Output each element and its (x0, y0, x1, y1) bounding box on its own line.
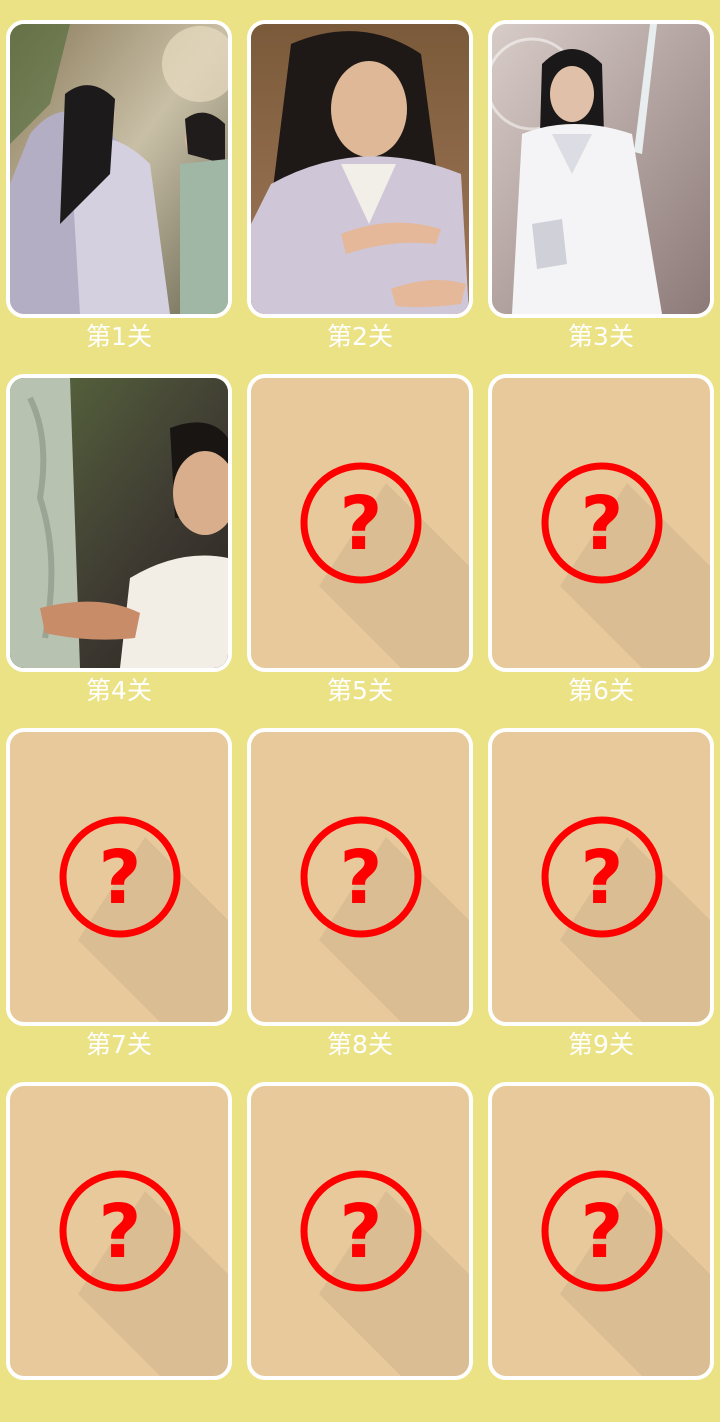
level-3-card[interactable] (488, 20, 714, 318)
level-cell-12: ? (488, 1082, 714, 1422)
level-2-label: 第2关 (327, 322, 393, 351)
level-4-card[interactable] (6, 374, 232, 672)
level-12-card[interactable]: ? (488, 1082, 714, 1380)
level-11-card[interactable]: ? (247, 1082, 473, 1380)
svg-text:?: ? (581, 835, 624, 921)
level-8-label: 第8关 (327, 1030, 393, 1059)
level-cell-2: 第2关 (247, 20, 473, 360)
level-cell-7: ? 第7关 (6, 728, 232, 1068)
level-2-card[interactable] (247, 20, 473, 318)
question-mark-icon: ? (541, 1170, 710, 1376)
level-2-thumbnail (251, 24, 469, 314)
level-cell-9: ? 第9关 (488, 728, 714, 1068)
level-cell-8: ? 第8关 (247, 728, 473, 1068)
question-mark-icon: ? (541, 462, 710, 668)
level-9-label: 第9关 (568, 1030, 634, 1059)
level-8-card[interactable]: ? (247, 728, 473, 1026)
svg-text:?: ? (581, 1189, 624, 1275)
level-10-card[interactable]: ? (6, 1082, 232, 1380)
level-9-card[interactable]: ? (488, 728, 714, 1026)
level-6-label: 第6关 (568, 676, 634, 705)
level-cell-11: ? (247, 1082, 473, 1422)
level-cell-10: ? (6, 1082, 232, 1422)
level-7-label: 第7关 (86, 1030, 152, 1059)
level-4-label: 第4关 (86, 676, 152, 705)
level-5-card[interactable]: ? (247, 374, 473, 672)
level-5-label: 第5关 (327, 676, 393, 705)
level-cell-6: ? 第6关 (488, 374, 714, 714)
svg-text:?: ? (340, 835, 383, 921)
level-1-card[interactable] (6, 20, 232, 318)
question-mark-icon: ? (59, 816, 228, 1022)
level-cell-5: ? 第5关 (247, 374, 473, 714)
level-7-card[interactable]: ? (6, 728, 232, 1026)
level-1-label: 第1关 (86, 322, 152, 351)
question-mark-icon: ? (541, 816, 710, 1022)
level-cell-3: 第3关 (488, 20, 714, 360)
svg-text:?: ? (340, 1189, 383, 1275)
level-4-thumbnail (10, 378, 228, 668)
level-1-thumbnail (10, 24, 228, 314)
level-6-card[interactable]: ? (488, 374, 714, 672)
level-3-label: 第3关 (568, 322, 634, 351)
level-cell-1: 第1关 (6, 20, 232, 360)
question-mark-icon: ? (300, 462, 469, 668)
question-mark-icon: ? (59, 1170, 228, 1376)
svg-text:?: ? (340, 481, 383, 567)
level-cell-4: 第4关 (6, 374, 232, 714)
svg-text:?: ? (99, 835, 142, 921)
svg-text:?: ? (581, 481, 624, 567)
level-3-thumbnail (492, 24, 710, 314)
question-mark-icon: ? (300, 816, 469, 1022)
question-mark-icon: ? (300, 1170, 469, 1376)
svg-text:?: ? (99, 1189, 142, 1275)
